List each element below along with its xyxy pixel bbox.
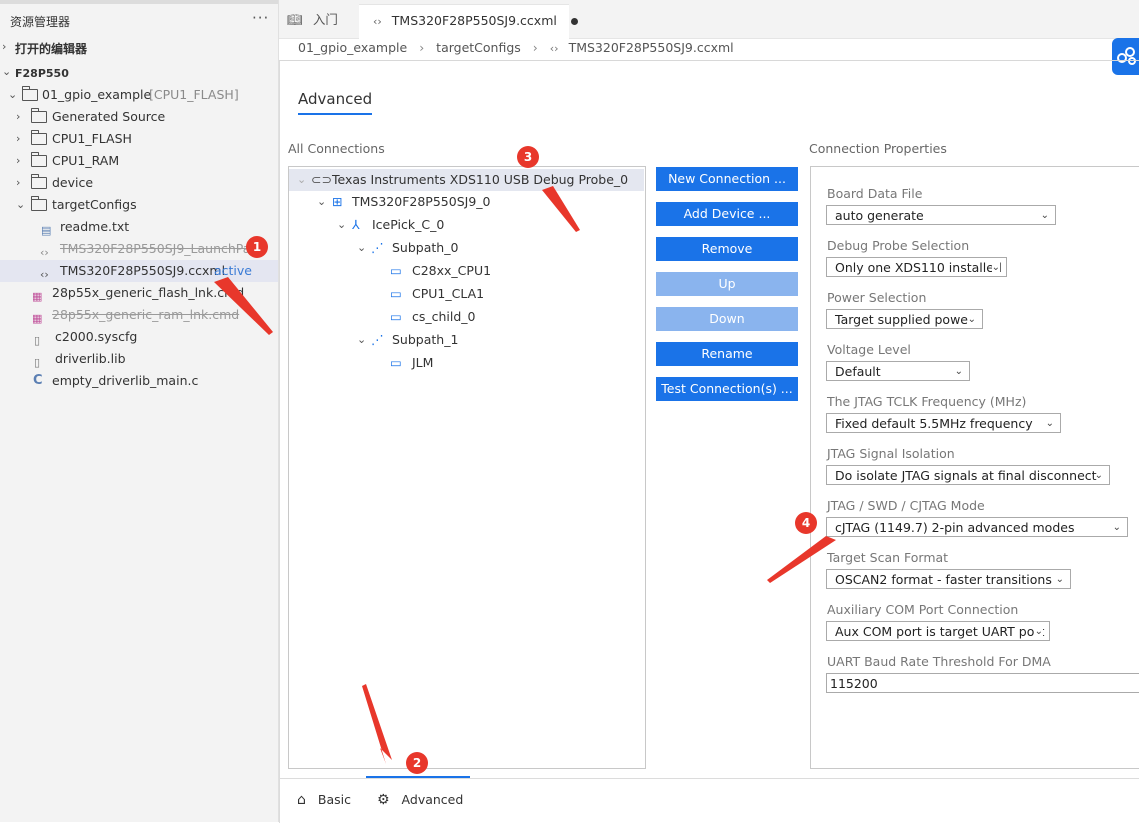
annotation-arrows [214, 186, 836, 764]
annotation-arrow-4 [767, 536, 836, 583]
annotation-badge-1: 1 [246, 236, 268, 258]
annotation-arrow-1 [214, 277, 273, 335]
annotation-badge-2: 2 [406, 752, 428, 774]
annotation-badge-4: 4 [795, 512, 817, 534]
annotation-arrow-2 [362, 684, 392, 764]
annotation-badge-3: 3 [517, 146, 539, 168]
annotation-arrow-3 [542, 186, 580, 232]
